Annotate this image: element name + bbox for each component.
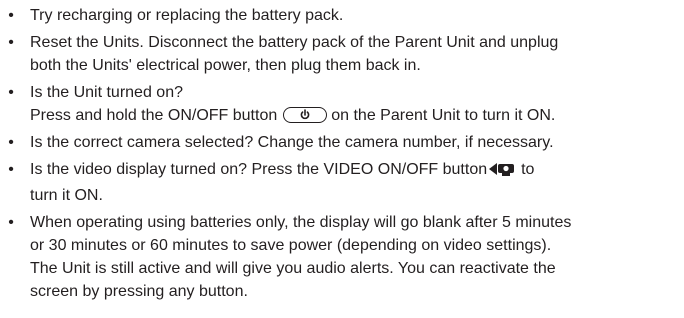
item-text: on the Parent Unit to turn it ON. [331,107,556,124]
item-text: both the Units' electrical power, then p… [30,57,421,74]
list-item: • Is the video display turned on? Press … [6,158,678,207]
item-text: to [521,161,535,178]
item-text: When operating using batteries only, the… [30,214,572,231]
item-text: turn it ON. [30,187,103,204]
bullet: • [8,214,14,231]
power-icon [283,107,328,123]
item-text: screen by pressing any button. [30,283,248,300]
item-text: The Unit is still active and will give y… [30,260,556,277]
item-text: Reset the Units. Disconnect the battery … [30,34,559,51]
item-text: or 30 minutes or 60 minutes to save powe… [30,237,552,254]
troubleshooting-list: • Try recharging or replacing the batter… [6,4,678,307]
item-text: Is the correct camera selected? Change t… [30,134,554,151]
bullet: • [8,34,14,51]
list-item: • Is the correct camera selected? Change… [6,131,678,154]
item-text-with-icon: Is the video display turned on? Press th… [30,158,678,184]
item-text: Press and hold the ON/OFF button [30,107,278,124]
video-camera-icon [489,161,517,184]
item-text: Is the video display turned on? Press th… [30,161,488,178]
bullet: • [8,161,14,178]
list-item: • Reset the Units. Disconnect the batter… [6,31,678,77]
bullet: • [8,7,14,24]
item-text: Try recharging or replacing the battery … [30,7,344,24]
bullet: • [8,84,14,101]
list-item: • Try recharging or replacing the batter… [6,4,678,27]
item-text: Is the Unit turned on? [30,84,183,101]
list-item: • Is the Unit turned on? Press and hold … [6,81,678,127]
bullet: • [8,134,14,151]
list-item: • When operating using batteries only, t… [6,211,678,303]
item-text-with-icon: Press and hold the ON/OFF button on the … [30,104,678,127]
